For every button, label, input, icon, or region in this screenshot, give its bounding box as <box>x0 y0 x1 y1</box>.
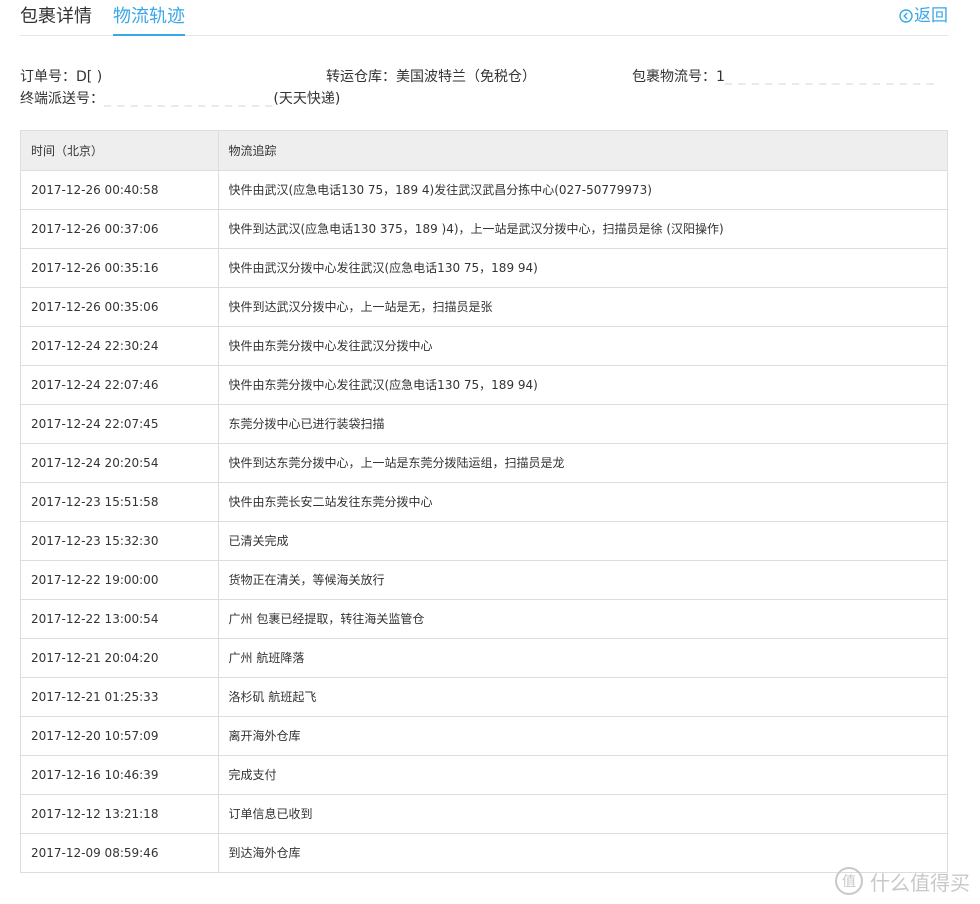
tab-logistics-tracking[interactable]: 物流轨迹 <box>113 4 185 36</box>
row-tracking-cell: 快件由东莞长安二站发往东莞分拨中心 <box>218 482 947 522</box>
row-time-cell: 2017-12-24 22:30:24 <box>21 326 219 366</box>
row-tracking-cell: 货物正在清关，等候海关放行 <box>218 560 947 600</box>
row-tracking-cell: 快件由武汉(应急电话130 75，189 4)发往武汉武昌分拣中心(027-50… <box>218 170 947 210</box>
package-tracking-number: 包裹物流号：1_ _ _ _ _ _ _ _ _ _ _ _ _ _ _ _ <box>632 66 935 88</box>
final-label: 终端派送号： <box>20 91 104 107</box>
row-time-cell: 2017-12-24 22:07:46 <box>21 365 219 405</box>
row-tracking-cell: 已清关完成 <box>218 521 947 561</box>
masked-final-digits: _ _ _ _ _ _ _ _ _ _ _ _ _ <box>104 91 274 107</box>
back-label: 返回 <box>914 6 948 26</box>
row-tracking-cell: 快件由东莞分拨中心发往武汉分拨中心 <box>218 326 947 366</box>
final-value: (天天快递) <box>273 91 341 107</box>
row-time-cell: 2017-12-21 01:25:33 <box>21 677 219 717</box>
row-tracking-cell: 快件到达武汉分拨中心，上一站是无，扫描员是张 <box>218 287 947 327</box>
row-time-cell: 2017-12-22 19:00:00 <box>21 560 219 600</box>
chevron-left-circle-icon <box>899 9 913 23</box>
table-row: 2017-12-26 00:40:58 快件由武汉(应急电话130 75，189 … <box>21 170 947 210</box>
table-row: 2017-12-16 10:46:39 完成支付 <box>21 755 947 795</box>
table-row: 2017-12-22 13:00:54 广州 包裹已经提取，转往海关监管仓 <box>21 599 947 639</box>
package-info: 订单号：D[ ) 转运仓库：美国波特兰（免税仓） 包裹物流号：1_ _ _ _ … <box>20 66 960 110</box>
order-label: 订单号： <box>20 69 76 85</box>
row-time-cell: 2017-12-09 08:59:46 <box>21 833 219 872</box>
table-row: 2017-12-26 00:37:06 快件到达武汉(应急电话130 375，18… <box>21 209 947 249</box>
column-header-tracking: 物流追踪 <box>218 131 947 171</box>
row-time-cell: 2017-12-26 00:40:58 <box>21 170 219 210</box>
tracking-value: 1 <box>716 69 725 85</box>
masked-tracking-digits: _ _ _ _ _ _ _ _ _ _ _ _ _ _ _ _ <box>724 69 935 85</box>
table-row: 2017-12-21 20:04:20 广州 航班降落 <box>21 638 947 678</box>
table-row: 2017-12-24 22:07:45 东莞分拨中心已进行装袋扫描 <box>21 404 947 444</box>
row-tracking-cell: 快件到达武汉(应急电话130 375，189 )4)，上一站是武汉分拨中心，扫描… <box>218 209 947 249</box>
table-row: 2017-12-24 20:20:54 快件到达东莞分拨中心，上一站是东莞分拨陆运… <box>21 443 947 483</box>
back-button[interactable]: 返回 <box>899 4 948 28</box>
row-time-cell: 2017-12-24 20:20:54 <box>21 443 219 483</box>
svg-text:值: 值 <box>842 874 856 890</box>
table-row: 2017-12-23 15:32:30 已清关完成 <box>21 521 947 561</box>
transfer-warehouse: 转运仓库：美国波特兰（免税仓） <box>326 66 536 88</box>
row-time-cell: 2017-12-26 00:35:06 <box>21 287 219 327</box>
column-header-time: 时间（北京） <box>21 131 219 171</box>
row-tracking-cell: 订单信息已收到 <box>218 794 947 834</box>
row-tracking-cell: 广州 包裹已经提取，转往海关监管仓 <box>218 599 947 639</box>
row-tracking-cell: 离开海外仓库 <box>218 716 947 756</box>
row-tracking-cell: 快件由武汉分拨中心发往武汉(应急电话130 75，189 94) <box>218 248 947 288</box>
row-time-cell: 2017-12-26 00:35:16 <box>21 248 219 288</box>
table-row: 2017-12-21 01:25:33 洛杉矶 航班起飞 <box>21 677 947 717</box>
table-row: 2017-12-24 22:30:24 快件由东莞分拨中心发往武汉分拨中心 <box>21 326 947 366</box>
tab-bar: 包裹详情 物流轨迹 返回 <box>20 0 948 36</box>
row-time-cell: 2017-12-24 22:07:45 <box>21 404 219 444</box>
order-value: D[ ) <box>76 69 103 85</box>
warehouse-label: 转运仓库： <box>326 69 396 85</box>
table-row: 2017-12-23 15:51:58 快件由东莞长安二站发往东莞分拨中心 <box>21 482 947 522</box>
row-time-cell: 2017-12-26 00:37:06 <box>21 209 219 249</box>
table-row: 2017-12-22 19:00:00 货物正在清关，等候海关放行 <box>21 560 947 600</box>
row-time-cell: 2017-12-16 10:46:39 <box>21 755 219 795</box>
table-header-row: 时间（北京） 物流追踪 <box>21 131 947 171</box>
table-row: 2017-12-20 10:57:09 离开海外仓库 <box>21 716 947 756</box>
order-number: 订单号：D[ ) <box>20 66 102 88</box>
row-tracking-cell: 洛杉矶 航班起飞 <box>218 677 947 717</box>
row-time-cell: 2017-12-12 13:21:18 <box>21 794 219 834</box>
table-row: 2017-12-26 00:35:06 快件到达武汉分拨中心，上一站是无，扫描员是… <box>21 287 947 327</box>
table-row: 2017-12-24 22:07:46 快件由东莞分拨中心发往武汉(应急电话130… <box>21 365 947 405</box>
tab-package-details[interactable]: 包裹详情 <box>20 4 92 30</box>
watermark-text: 什么值得买 <box>870 870 970 895</box>
row-tracking-cell: 快件由东莞分拨中心发往武汉(应急电话130 75，189 94) <box>218 365 947 405</box>
smzdm-logo-icon: 值 <box>834 866 864 896</box>
row-time-cell: 2017-12-22 13:00:54 <box>21 599 219 639</box>
row-time-cell: 2017-12-23 15:32:30 <box>21 521 219 561</box>
row-tracking-cell: 快件到达东莞分拨中心，上一站是东莞分拨陆运组，扫描员是龙 <box>218 443 947 483</box>
tracking-rows: 2017-12-26 00:40:58 快件由武汉(应急电话130 75，189 … <box>21 170 947 872</box>
watermark: 值 什么值得买 <box>834 866 970 896</box>
table-row: 2017-12-09 08:59:46 到达海外仓库 <box>21 833 947 872</box>
row-time-cell: 2017-12-20 10:57:09 <box>21 716 219 756</box>
row-time-cell: 2017-12-23 15:51:58 <box>21 482 219 522</box>
tracking-table: 时间（北京） 物流追踪 2017-12-26 00:40:58 快件由武汉(应急电… <box>20 130 948 873</box>
table-row: 2017-12-12 13:21:18 订单信息已收到 <box>21 794 947 834</box>
row-tracking-cell: 完成支付 <box>218 755 947 795</box>
tracking-label: 包裹物流号： <box>632 69 716 85</box>
final-delivery-number: 终端派送号：_ _ _ _ _ _ _ _ _ _ _ _ _(天天快递) <box>20 88 340 110</box>
table-row: 2017-12-26 00:35:16 快件由武汉分拨中心发往武汉(应急电话130… <box>21 248 947 288</box>
row-time-cell: 2017-12-21 20:04:20 <box>21 638 219 678</box>
warehouse-value: 美国波特兰（免税仓） <box>396 69 536 85</box>
row-tracking-cell: 广州 航班降落 <box>218 638 947 678</box>
row-tracking-cell: 东莞分拨中心已进行装袋扫描 <box>218 404 947 444</box>
